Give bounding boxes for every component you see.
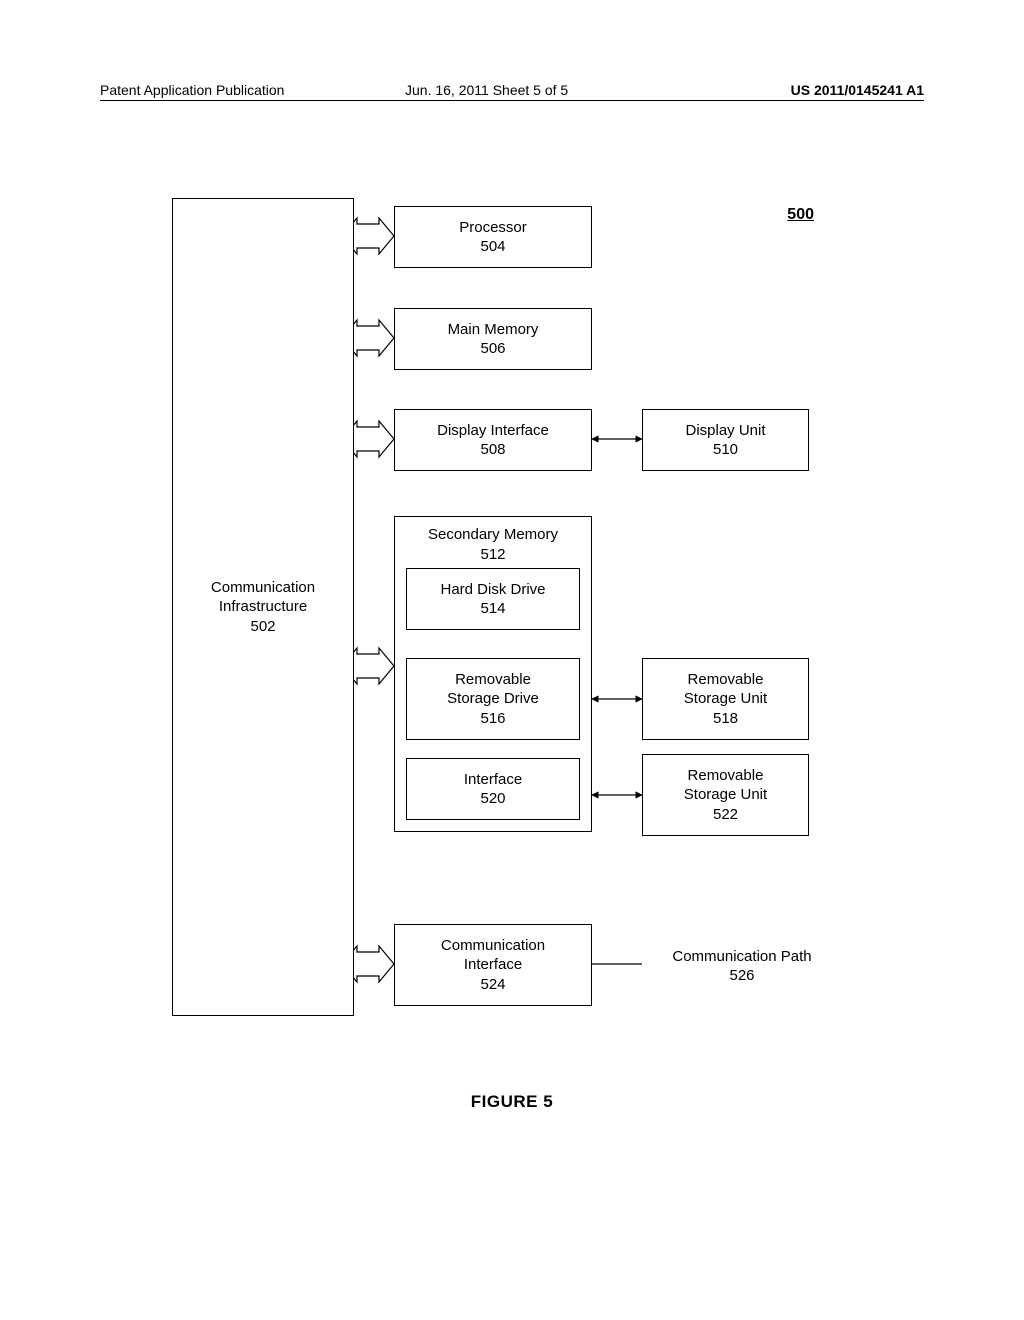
num: 504 — [480, 237, 505, 257]
num: 522 — [713, 805, 738, 825]
header-right: US 2011/0145241 A1 — [791, 82, 924, 98]
block-interface: Interface 520 — [406, 758, 580, 820]
label: Secondary Memory — [428, 525, 558, 545]
block-processor: Processor 504 — [394, 206, 592, 268]
num: 512 — [480, 545, 505, 565]
num: 506 — [480, 339, 505, 359]
num: 508 — [480, 440, 505, 460]
header-left: Patent Application Publication — [100, 82, 284, 98]
label: Removable Storage Drive — [447, 670, 539, 709]
header-rule — [100, 100, 924, 101]
num: 524 — [480, 975, 505, 995]
label: Display Unit — [685, 421, 765, 441]
block-rem-unit-518: Removable Storage Unit 518 — [642, 658, 809, 740]
figure-caption: FIGURE 5 — [0, 1092, 1024, 1112]
block-rem-unit-522: Removable Storage Unit 522 — [642, 754, 809, 836]
num: 518 — [713, 709, 738, 729]
num: 526 — [729, 966, 754, 986]
label: Main Memory — [448, 320, 539, 340]
label: Hard Disk Drive — [440, 580, 545, 600]
num: 520 — [480, 789, 505, 809]
num: 514 — [480, 599, 505, 619]
num: 510 — [713, 440, 738, 460]
num: 516 — [480, 709, 505, 729]
label: Removable Storage Unit — [684, 670, 767, 709]
label: Display Interface — [437, 421, 549, 441]
label: Communication Infrastructure — [211, 578, 315, 617]
label: Interface — [464, 770, 522, 790]
label: Processor — [459, 218, 527, 238]
page: Patent Application Publication Jun. 16, … — [0, 0, 1024, 1320]
label: Communication Interface — [441, 936, 545, 975]
num: 502 — [250, 617, 275, 637]
block-main-memory: Main Memory 506 — [394, 308, 592, 370]
block-comm-interface: Communication Interface 524 — [394, 924, 592, 1006]
block-display-interface: Display Interface 508 — [394, 409, 592, 471]
block-rem-drive: Removable Storage Drive 516 — [406, 658, 580, 740]
header-center: Jun. 16, 2011 Sheet 5 of 5 — [405, 82, 568, 98]
diagram: Communication Infrastructure 502 Process… — [172, 198, 852, 1028]
block-display-unit: Display Unit 510 — [642, 409, 809, 471]
block-comm-infra: Communication Infrastructure 502 — [172, 198, 354, 1016]
label: Removable Storage Unit — [684, 766, 767, 805]
label: Communication Path — [672, 947, 811, 967]
block-comm-path: Communication Path 526 — [642, 936, 842, 996]
block-hdd: Hard Disk Drive 514 — [406, 568, 580, 630]
